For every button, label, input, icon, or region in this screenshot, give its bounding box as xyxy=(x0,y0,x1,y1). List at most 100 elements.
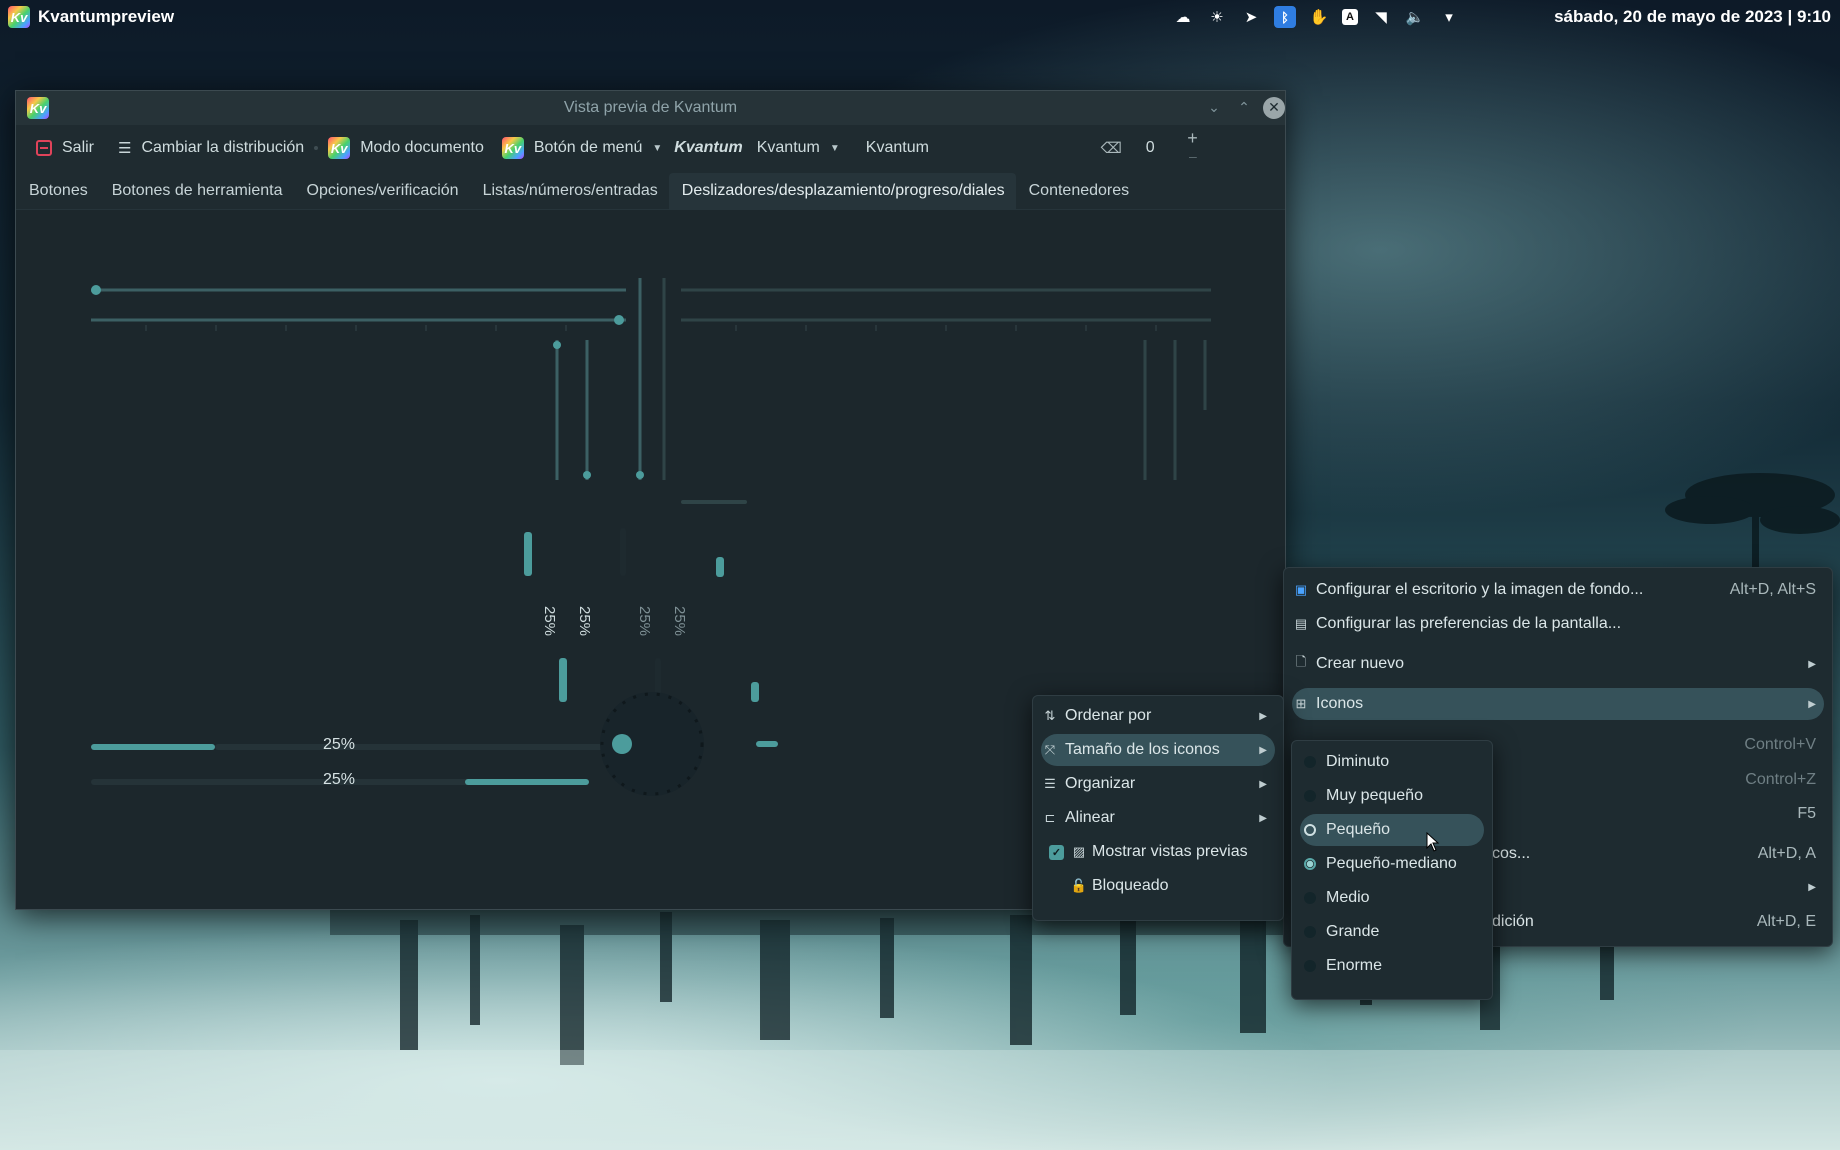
vertical-slider-1[interactable] xyxy=(553,340,561,480)
menu-item-display-settings[interactable]: ▤ Configurar las preferencias de la pant… xyxy=(1292,608,1824,640)
title-bar[interactable]: Kv Vista previa de Kvantum ⌄ ⌃ ✕ xyxy=(16,91,1285,125)
vertical-slider-3[interactable] xyxy=(636,278,644,480)
horizontal-slider-1[interactable] xyxy=(91,285,626,295)
vertical-scrollbar-handle-1[interactable] xyxy=(716,557,724,577)
vertical-progress-3 xyxy=(620,528,626,576)
clear-icon[interactable]: ⌫ xyxy=(1101,139,1122,157)
tab-botones[interactable]: Botones xyxy=(16,173,99,209)
telegram-icon[interactable]: ➤ xyxy=(1240,6,1262,28)
hand-icon[interactable]: ✋ xyxy=(1308,6,1330,28)
size-option-muy-pequeno[interactable]: Muy pequeño xyxy=(1300,780,1484,812)
sort-icon: ⇅ xyxy=(1044,708,1056,723)
kvantum-logo-icon: Kv xyxy=(8,6,30,28)
menu-item-shortcut: Alt+D, E xyxy=(1756,913,1816,930)
toolbar: Salir ☰ Cambiar la distribución Kv Modo … xyxy=(16,127,1285,169)
document-mode-button[interactable]: Kv Modo documento xyxy=(322,127,490,169)
menu-item-label: Mostrar vistas previas xyxy=(1092,843,1248,860)
minus-icon[interactable]: – xyxy=(1189,148,1197,164)
checkbox-checked-icon[interactable]: ✓ xyxy=(1049,844,1064,860)
tab-opciones[interactable]: Opciones/verificación xyxy=(294,173,470,209)
menu-item-shortcut: F5 xyxy=(1797,805,1816,822)
menu-item-label: dición xyxy=(1492,913,1534,930)
submenu-arrow-icon: ▶ xyxy=(1808,658,1816,670)
resize-icon: ⤧ xyxy=(1044,742,1056,757)
menu-item-arrange[interactable]: ☰ Organizar ▶ xyxy=(1041,768,1275,800)
style-combobox[interactable]: Kvantum ▼ xyxy=(749,132,848,164)
mouse-cursor-icon xyxy=(1426,832,1440,852)
vertical-progress-label-3: 25% xyxy=(636,606,653,637)
size-option-medio[interactable]: Medio xyxy=(1300,882,1484,914)
radio-icon xyxy=(1304,926,1316,938)
menu-item-sort-by[interactable]: ⇅ Ordenar por ▶ xyxy=(1041,700,1275,732)
wifi-icon[interactable]: ◥ xyxy=(1370,6,1392,28)
horizontal-scrollbar[interactable] xyxy=(681,500,747,504)
exit-button[interactable]: Salir xyxy=(30,127,100,169)
submenu-arrow-icon: ▶ xyxy=(1259,710,1267,722)
new-document-icon: 🗋 xyxy=(1295,654,1307,669)
menu-item-shortcut: Alt+D, Alt+S xyxy=(1729,581,1816,598)
vertical-scrollbar-handle-2[interactable] xyxy=(751,682,759,702)
vpn-icon[interactable]: A xyxy=(1342,9,1358,25)
radio-selected-icon xyxy=(1304,858,1316,870)
minimize-icon[interactable]: ⌄ xyxy=(1202,96,1226,120)
menu-item-icon-size[interactable]: ⤧ Tamaño de los iconos ▶ xyxy=(1041,734,1275,766)
size-option-grande[interactable]: Grande xyxy=(1300,916,1484,948)
submenu-arrow-icon: ▶ xyxy=(1259,812,1267,824)
submenu-arrow-icon: ▶ xyxy=(1259,744,1267,756)
spinbox[interactable]: 0 + – xyxy=(1140,128,1200,164)
clock[interactable]: sábado, 20 de mayo de 2023 | 9:10 xyxy=(1554,0,1831,34)
bold-italic-label: Kvantum xyxy=(674,139,743,156)
menu-item-locked[interactable]: 🔓 Bloqueado xyxy=(1049,870,1275,902)
wallpaper-icon: ▣ xyxy=(1294,582,1308,597)
size-option-pequeno-mediano[interactable]: Pequeño-mediano xyxy=(1300,848,1484,880)
menu-button[interactable]: Kv Botón de menú ▼ xyxy=(496,127,668,169)
display-icon: ▤ xyxy=(1294,616,1308,631)
slider-ticks xyxy=(145,325,1157,331)
menu-item-align[interactable]: ⊏ Alinear ▶ xyxy=(1041,802,1275,834)
vertical-slider-2[interactable] xyxy=(583,340,591,480)
menu-item-create-new[interactable]: 🗋 Crear nuevo ▶ xyxy=(1292,648,1824,680)
cloud-icon[interactable]: ☁ xyxy=(1172,6,1194,28)
tab-contenedores[interactable]: Contenedores xyxy=(1016,173,1141,209)
plus-icon[interactable]: + xyxy=(1187,128,1198,149)
image-icon: ▨ xyxy=(1072,844,1086,859)
size-option-pequeno[interactable]: Pequeño xyxy=(1300,814,1484,846)
menu-item-label: Pequeño xyxy=(1326,821,1391,838)
grid-icon: ⊞ xyxy=(1295,696,1307,711)
horizontal-progress-1-track xyxy=(215,744,625,750)
align-icon: ⊏ xyxy=(1044,810,1056,825)
active-app[interactable]: Kv Kvantumpreview xyxy=(8,6,174,28)
horizontal-slider-2[interactable] xyxy=(91,315,626,325)
dial[interactable] xyxy=(600,692,704,796)
document-mode-label: Modo documento xyxy=(360,139,484,156)
close-icon[interactable]: ✕ xyxy=(1263,97,1285,119)
maximize-icon[interactable]: ⌃ xyxy=(1232,96,1256,120)
progress-label-1: 25% xyxy=(323,736,356,753)
tab-deslizadores[interactable]: Deslizadores/desplazamiento/progreso/dia… xyxy=(668,173,1016,209)
tab-listas[interactable]: Listas/números/entradas xyxy=(470,173,669,209)
menu-item-label: Organizar xyxy=(1065,775,1136,792)
arrange-icon: ☰ xyxy=(1044,776,1056,791)
menu-item-configure-desktop[interactable]: ▣ Configurar el escritorio y la imagen d… xyxy=(1292,574,1824,606)
weather-icon[interactable]: ☀ xyxy=(1206,6,1228,28)
line-edit-input[interactable] xyxy=(865,139,1096,157)
size-option-enorme[interactable]: Enorme xyxy=(1300,950,1484,982)
menu-item-label: Configurar las preferencias de la pantal… xyxy=(1316,615,1622,632)
size-option-diminuto[interactable]: Diminuto xyxy=(1300,746,1484,778)
menu-item-show-previews[interactable]: ✓ ▨ Mostrar vistas previas xyxy=(1049,836,1275,868)
change-layout-button[interactable]: ☰ Cambiar la distribución xyxy=(112,127,310,169)
layout-icon: ☰ xyxy=(118,140,132,157)
checkbox-unchecked-icon[interactable] xyxy=(1049,879,1064,894)
menu-item-label: cos... xyxy=(1492,845,1531,862)
menu-item-label: Iconos xyxy=(1316,695,1364,712)
menu-item-icons[interactable]: ⊞ Iconos ▶ xyxy=(1292,688,1824,720)
tray-expand-icon[interactable]: ▾ xyxy=(1438,6,1460,28)
tab-botones-herramienta[interactable]: Botones de herramienta xyxy=(99,173,294,209)
menu-item-label: Enorme xyxy=(1326,957,1383,974)
bluetooth-icon[interactable]: ᛒ xyxy=(1274,6,1296,28)
small-slider-handle[interactable] xyxy=(756,741,778,747)
vertical-progress-label-2: 25% xyxy=(576,606,593,637)
line-edit[interactable]: ⌫ xyxy=(856,132,1128,164)
volume-icon[interactable]: 🔈 xyxy=(1404,6,1426,28)
tab-bar: Botones Botones de herramienta Opciones/… xyxy=(16,173,1285,209)
